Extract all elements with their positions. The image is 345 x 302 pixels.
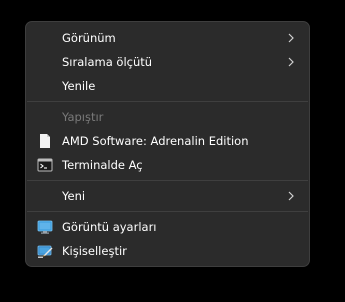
personalize-icon [37, 245, 53, 258]
menu-separator [27, 101, 308, 102]
display-settings-icon [37, 220, 53, 234]
menu-item-label: Yenile [62, 79, 96, 93]
menu-item-view[interactable]: Görünüm [30, 26, 305, 50]
menu-item-label: Yeni [62, 189, 86, 203]
menu-item-amd-software[interactable]: AMD Software: Adrenalin Edition [30, 129, 305, 153]
menu-item-open-in-terminal[interactable]: Terminalde Aç [30, 153, 305, 177]
menu-separator [27, 211, 308, 212]
document-icon [40, 134, 50, 148]
menu-item-new[interactable]: Yeni [30, 184, 305, 208]
menu-item-label: Kişiselleştir [62, 244, 127, 258]
menu-item-label: Yapıştır [62, 110, 104, 124]
menu-item-label: AMD Software: Adrenalin Edition [62, 134, 249, 148]
menu-item-label: Terminalde Aç [62, 158, 143, 172]
menu-item-refresh[interactable]: Yenile [30, 74, 305, 98]
desktop-context-menu: Görünüm Sıralama ölçütü Yenile Yapıştır … [25, 21, 310, 267]
menu-item-display-settings[interactable]: Görüntü ayarları [30, 215, 305, 239]
terminal-icon [37, 158, 53, 172]
menu-item-personalize[interactable]: Kişiselleştir [30, 239, 305, 263]
menu-item-label: Görünüm [62, 31, 116, 45]
menu-separator [27, 180, 308, 181]
menu-item-label: Görüntü ayarları [62, 220, 157, 234]
menu-item-paste[interactable]: Yapıştır [30, 105, 305, 129]
menu-item-label: Sıralama ölçütü [62, 55, 153, 69]
chevron-right-icon [288, 57, 294, 67]
chevron-right-icon [288, 191, 294, 201]
menu-item-sort-by[interactable]: Sıralama ölçütü [30, 50, 305, 74]
chevron-right-icon [288, 33, 294, 43]
